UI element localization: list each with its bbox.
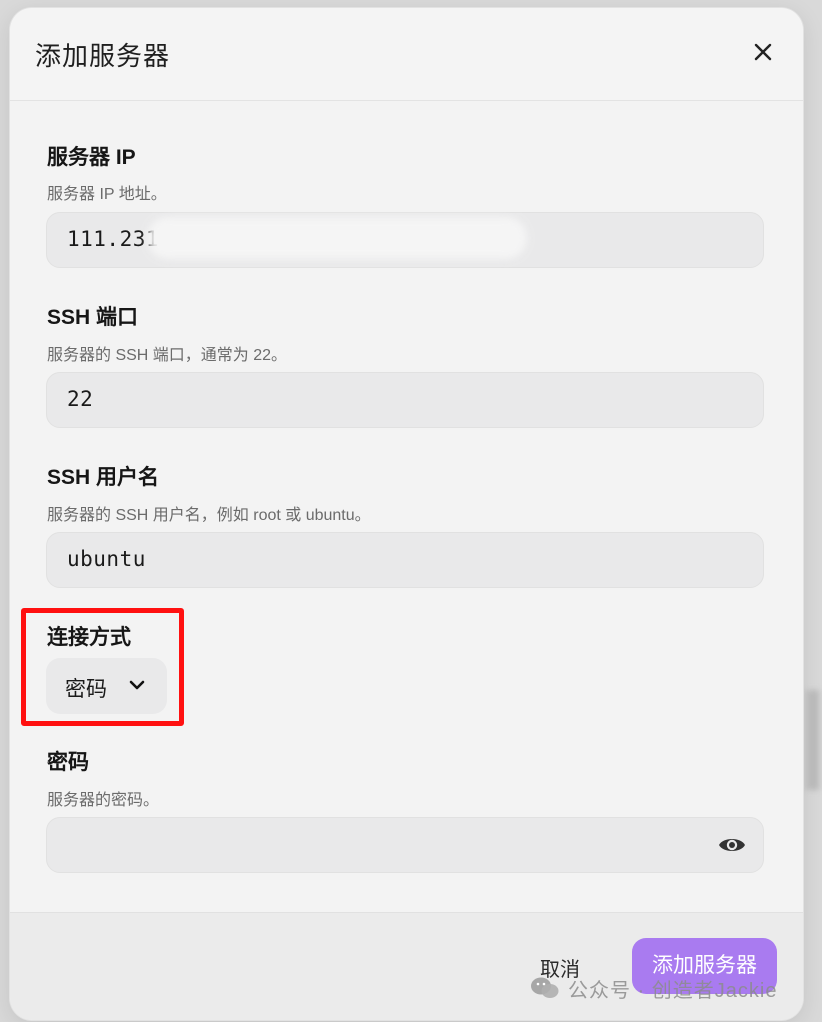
dialog-title: 添加服务器 (35, 41, 171, 71)
redaction-blur (147, 217, 527, 259)
ssh-username-input[interactable]: ubuntu (46, 532, 764, 588)
eye-icon[interactable] (717, 832, 747, 858)
ssh-port-hint: 服务器的 SSH 端口，通常为 22。 (47, 347, 288, 364)
ssh-username-hint: 服务器的 SSH 用户名，例如 root 或 ubuntu。 (47, 507, 371, 524)
close-button[interactable] (751, 40, 775, 64)
ssh-username-value: ubuntu (67, 547, 146, 571)
annotation-highlight-box (21, 608, 184, 726)
server-ip-value: 111.231 (67, 227, 160, 251)
wechat-icon (531, 977, 559, 998)
server-ip-input[interactable]: 111.231 (46, 212, 764, 268)
backdrop (804, 690, 822, 790)
close-icon (754, 43, 772, 61)
ssh-port-input[interactable]: 22 (46, 372, 764, 428)
ssh-port-value: 22 (67, 387, 94, 411)
password-hint: 服务器的密码。 (47, 792, 160, 809)
dialog-header: 添加服务器 (10, 8, 803, 101)
server-ip-label: 服务器 IP (47, 146, 136, 169)
ssh-username-label: SSH 用户名 (47, 466, 160, 489)
server-ip-hint: 服务器 IP 地址。 (47, 186, 167, 203)
add-server-dialog: 添加服务器 服务器 IP 服务器 IP 地址。 111.231 SSH 端口 服… (10, 8, 803, 1020)
watermark-text: 公众号 · 创造者Jackie (568, 979, 778, 1002)
password-input[interactable] (46, 817, 764, 873)
password-label: 密码 (47, 751, 89, 774)
watermark: 公众号 · 创造者Jackie (530, 968, 777, 1008)
ssh-port-label: SSH 端口 (47, 306, 139, 329)
